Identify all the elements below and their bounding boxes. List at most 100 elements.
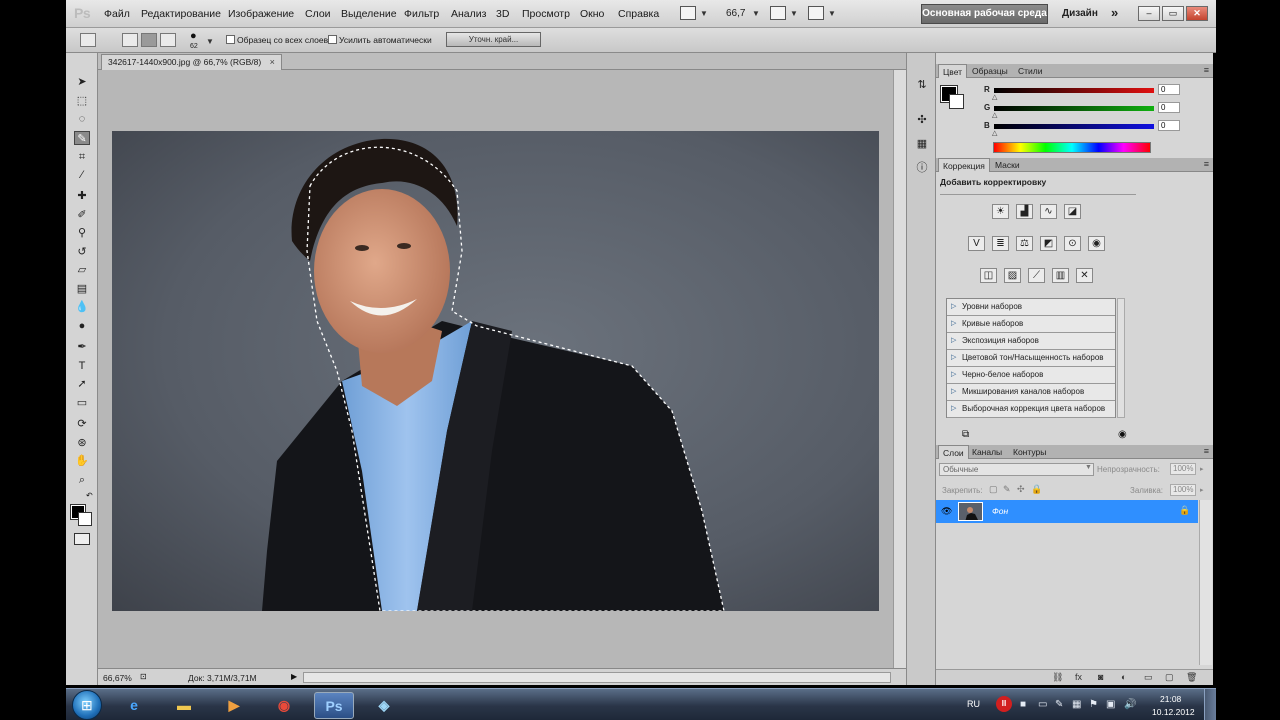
- tool-preset-icon[interactable]: [80, 33, 96, 47]
- expand-arrow-icon[interactable]: ▷: [951, 316, 956, 332]
- clock-time[interactable]: 21:08: [1160, 694, 1181, 704]
- link-layers-icon[interactable]: ⛓: [1052, 672, 1063, 683]
- eyedropper-tool-icon[interactable]: ⁄: [74, 168, 90, 182]
- black-white-icon[interactable]: ◩: [1040, 236, 1057, 251]
- 3d-orbit-tool-icon[interactable]: ⊛: [74, 436, 90, 450]
- network-icon[interactable]: ▦: [1072, 699, 1081, 710]
- blue-channel-slider[interactable]: [994, 124, 1154, 129]
- stop-icon[interactable]: ■: [1020, 699, 1026, 710]
- menu-view[interactable]: Просмотр: [522, 8, 570, 20]
- color-spectrum-bar[interactable]: [993, 142, 1151, 153]
- expand-arrow-icon[interactable]: ▷: [951, 401, 956, 417]
- photo-filter-icon[interactable]: ⊙: [1064, 236, 1081, 251]
- window-icon[interactable]: ▭: [1038, 699, 1047, 710]
- layer-style-icon[interactable]: fx: [1075, 672, 1082, 682]
- eraser-tool-icon[interactable]: ▱: [74, 263, 90, 277]
- lasso-tool-icon[interactable]: ◌: [74, 112, 90, 126]
- refine-edge-button[interactable]: Уточн. край...: [446, 32, 541, 47]
- swap-colors-icon[interactable]: ↶: [86, 491, 93, 500]
- menu-window[interactable]: Окно: [580, 8, 604, 20]
- list-item[interactable]: ▷ Черно-белое наборов: [947, 367, 1115, 384]
- green-channel-value[interactable]: 0: [1158, 102, 1180, 113]
- play-arrow-icon[interactable]: ▸: [1200, 465, 1204, 473]
- quick-selection-tool-icon[interactable]: ✎: [74, 131, 90, 145]
- marquee-tool-icon[interactable]: ⬚: [74, 94, 90, 108]
- subtract-selection-icon[interactable]: [160, 33, 176, 47]
- hue-saturation-icon[interactable]: ≣: [992, 236, 1009, 251]
- tab-layers[interactable]: Слои: [938, 445, 969, 459]
- clone-stamp-tool-icon[interactable]: ⚲: [74, 226, 90, 240]
- layer-row[interactable]: 👁 Фон 🔒: [936, 500, 1198, 523]
- adjustment-layer-icon[interactable]: ◐: [1121, 672, 1126, 682]
- posterize-icon[interactable]: ▨: [1004, 268, 1021, 283]
- blend-mode-select[interactable]: Обычные: [939, 463, 1094, 476]
- blur-tool-icon[interactable]: 💧: [74, 300, 90, 314]
- start-button[interactable]: ⊞: [72, 690, 102, 720]
- chevron-down-icon[interactable]: ▼: [752, 9, 760, 18]
- 3d-rotate-tool-icon[interactable]: ⟳: [74, 417, 90, 431]
- tab-masks[interactable]: Маски: [991, 158, 1024, 172]
- info-icon[interactable]: ⊡: [140, 672, 147, 681]
- expand-arrow-icon[interactable]: ▷: [951, 299, 956, 315]
- chevron-down-icon[interactable]: ▼: [206, 37, 214, 46]
- menu-help[interactable]: Справка: [618, 8, 659, 20]
- close-button[interactable]: ✕: [1186, 6, 1208, 21]
- type-tool-icon[interactable]: T: [74, 359, 90, 373]
- slider-knob-icon[interactable]: △: [992, 129, 997, 137]
- add-to-selection-icon[interactable]: [141, 33, 157, 47]
- vibrance-icon[interactable]: V: [968, 236, 985, 251]
- show-desktop-button[interactable]: [1204, 689, 1216, 720]
- menu-analysis[interactable]: Анализ: [451, 8, 486, 20]
- pen-tool-icon[interactable]: ✒: [74, 340, 90, 354]
- list-item[interactable]: ▷ Микширования каналов наборов: [947, 384, 1115, 401]
- lock-image-icon[interactable]: ✎: [1003, 484, 1011, 495]
- list-item[interactable]: ▷ Выборочная коррекция цвета наборов: [947, 401, 1115, 418]
- sample-all-layers-checkbox[interactable]: [226, 35, 235, 44]
- panel-menu-icon[interactable]: ≡: [1204, 65, 1209, 75]
- folder-icon[interactable]: ▬: [164, 692, 204, 719]
- expand-arrow-icon[interactable]: ▷: [951, 350, 956, 366]
- tab-channels[interactable]: Каналы: [968, 445, 1006, 459]
- workspace-essentials-button[interactable]: Основная рабочая среда: [921, 4, 1048, 24]
- move-tool-icon[interactable]: ➤: [74, 75, 90, 89]
- clip-to-layer-icon[interactable]: ⧉: [962, 429, 969, 440]
- new-group-icon[interactable]: ▭: [1144, 672, 1153, 683]
- menu-edit[interactable]: Редактирование: [141, 8, 221, 20]
- tab-styles[interactable]: Стили: [1014, 64, 1047, 78]
- new-layer-icon[interactable]: ▢: [1165, 672, 1174, 683]
- fill-input[interactable]: 100%: [1170, 484, 1196, 496]
- flag-icon[interactable]: ⚑: [1089, 699, 1098, 710]
- screen-mode-icon[interactable]: [680, 6, 696, 20]
- tab-adjustments[interactable]: Коррекция: [938, 158, 990, 172]
- language-indicator[interactable]: RU: [967, 699, 980, 709]
- channel-mixer-icon[interactable]: ◉: [1088, 236, 1105, 251]
- tab-swatches[interactable]: Образцы: [968, 64, 1012, 78]
- opacity-input[interactable]: 100%: [1170, 463, 1196, 475]
- chevron-down-icon[interactable]: ▼: [790, 9, 798, 18]
- expand-arrow-icon[interactable]: ▷: [951, 333, 956, 349]
- history-brush-tool-icon[interactable]: ↺: [74, 245, 90, 259]
- menu-3d[interactable]: 3D: [496, 8, 509, 20]
- panel-menu-icon[interactable]: ≡: [1204, 446, 1209, 456]
- threshold-icon[interactable]: ⟋: [1028, 268, 1045, 283]
- new-selection-icon[interactable]: [122, 33, 138, 47]
- menu-layers[interactable]: Слои: [305, 8, 331, 20]
- gradient-tool-icon[interactable]: ▤: [74, 282, 90, 296]
- document-tab[interactable]: 342617-1440x900.jpg @ 66,7% (RGB/8) ×: [101, 54, 282, 70]
- close-icon[interactable]: ×: [270, 57, 275, 67]
- lock-position-icon[interactable]: ✣: [1017, 484, 1025, 495]
- brightness-icon[interactable]: ☀: [992, 204, 1009, 219]
- tab-color[interactable]: Цвет: [938, 64, 968, 78]
- vertical-scrollbar[interactable]: [893, 70, 906, 668]
- navigator-panel-icon[interactable]: ✣: [914, 112, 930, 128]
- menu-image[interactable]: Изображение: [228, 8, 294, 20]
- red-channel-value[interactable]: 0: [1158, 84, 1180, 95]
- invert-icon[interactable]: ◫: [980, 268, 997, 283]
- list-item[interactable]: ▷ Кривые наборов: [947, 316, 1115, 333]
- curves-icon[interactable]: ∿: [1040, 204, 1057, 219]
- internet-explorer-icon[interactable]: e: [114, 692, 154, 719]
- presets-scrollbar[interactable]: [1117, 298, 1125, 418]
- maximize-button[interactable]: ▭: [1162, 6, 1184, 21]
- expand-arrow-icon[interactable]: ▷: [951, 367, 956, 383]
- chevron-down-icon[interactable]: ▼: [828, 9, 836, 18]
